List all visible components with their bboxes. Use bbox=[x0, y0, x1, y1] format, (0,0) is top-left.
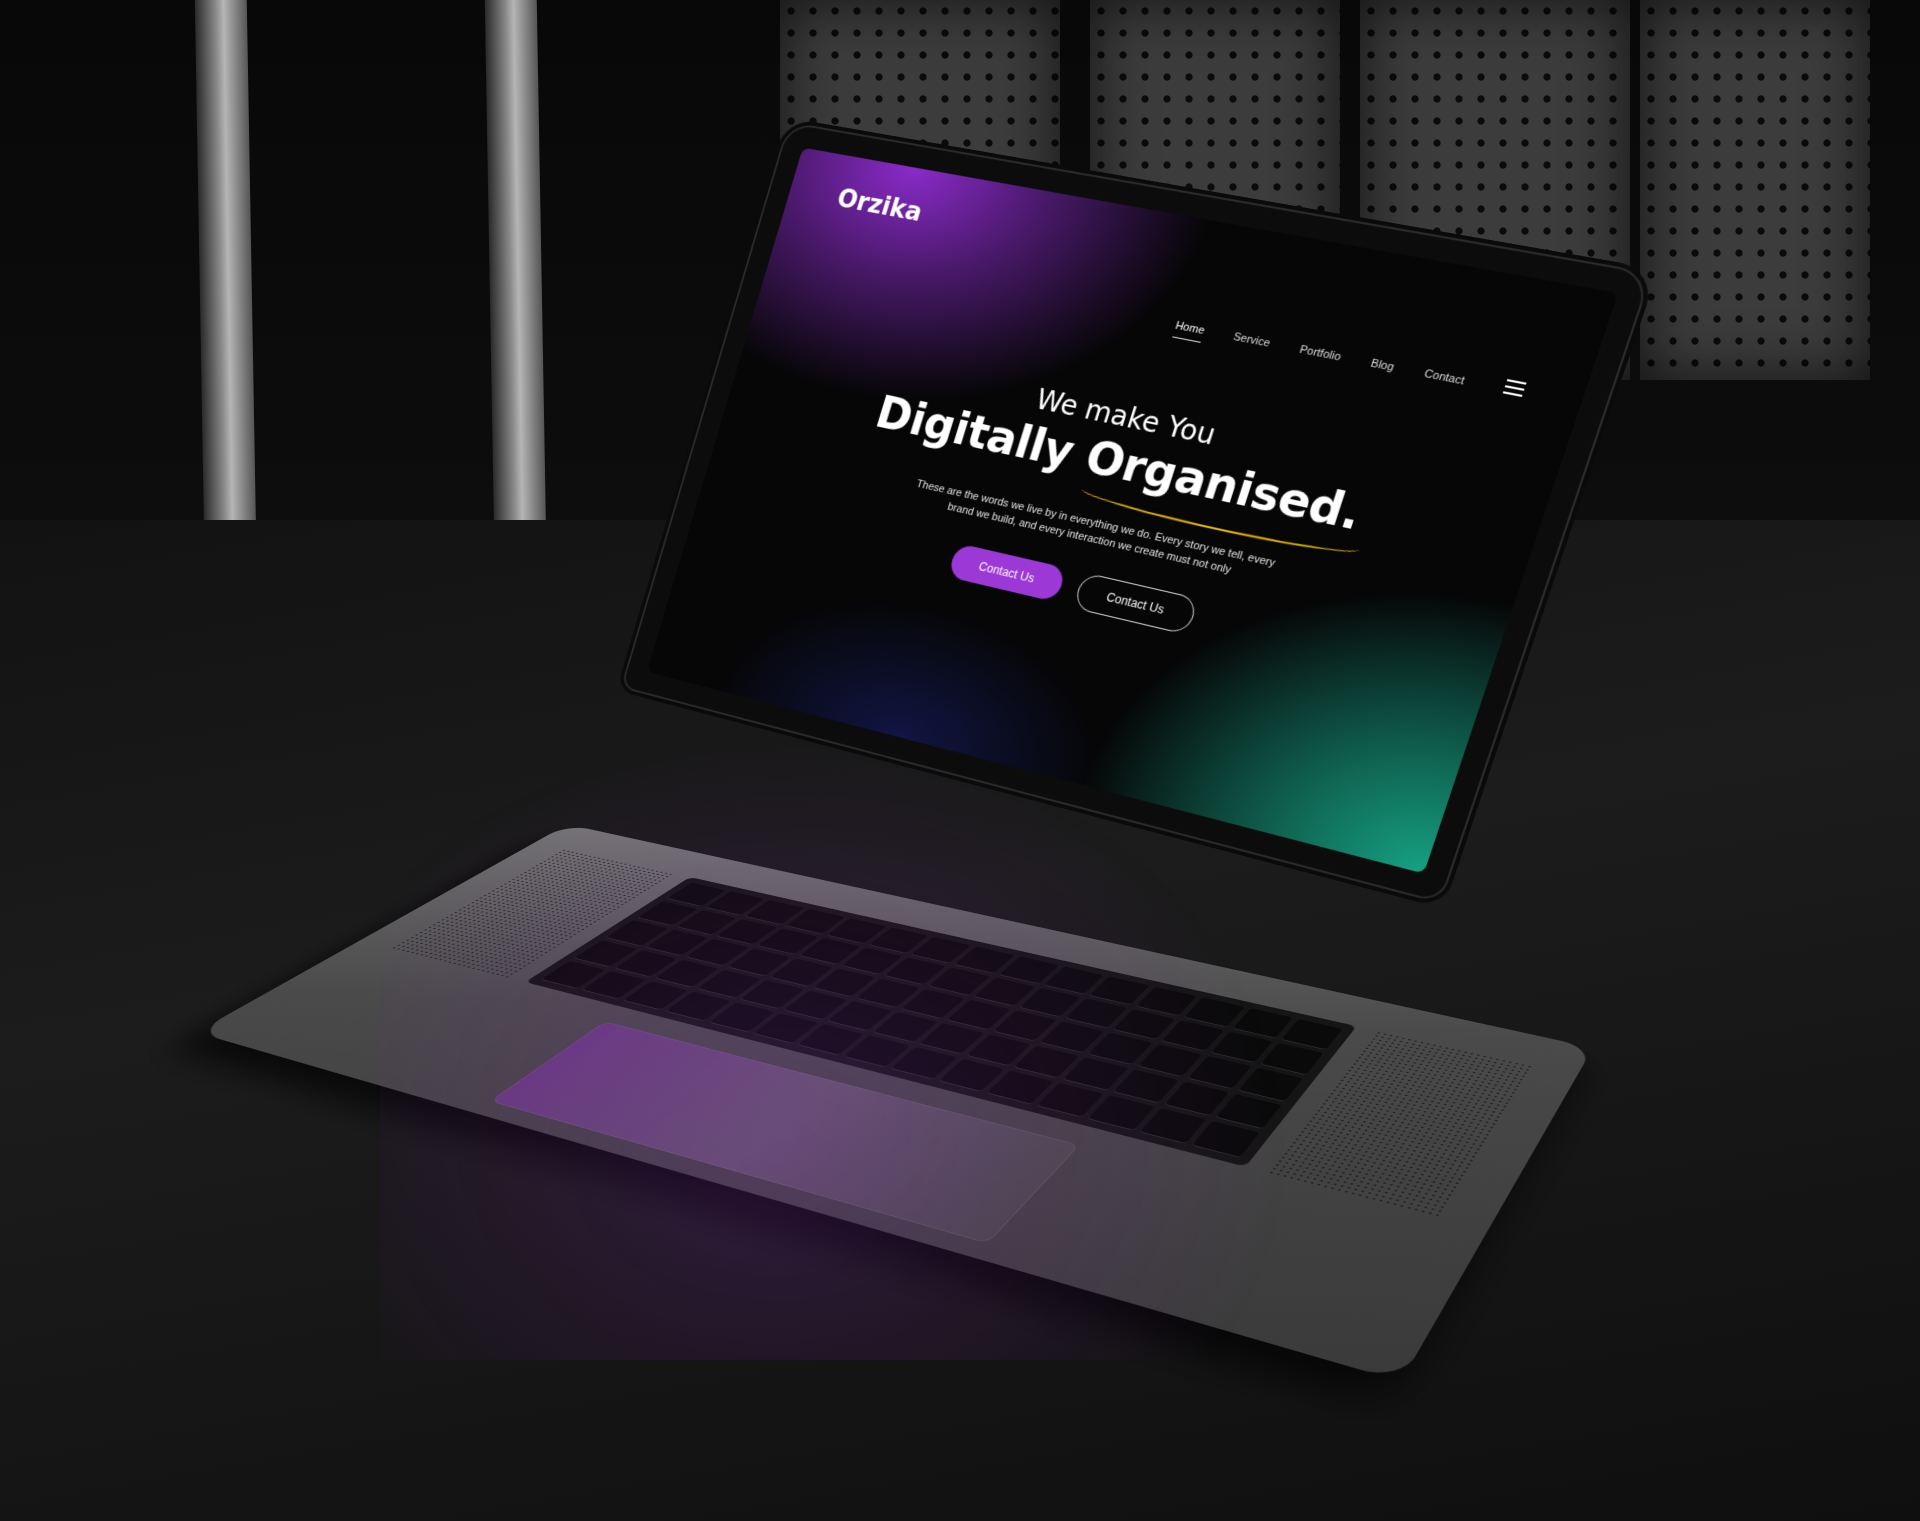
nav-item-blog[interactable]: Blog bbox=[1367, 357, 1395, 379]
nav-item-service[interactable]: Service bbox=[1230, 331, 1272, 356]
site-logo[interactable]: Orzika bbox=[833, 184, 925, 228]
nav-item-portfolio[interactable]: Portfolio bbox=[1296, 344, 1342, 370]
site-nav: Home Service Portfolio Blog Contact bbox=[1172, 320, 1466, 394]
nav-item-contact[interactable]: Contact bbox=[1421, 368, 1466, 394]
contact-us-button-primary[interactable]: Contact Us bbox=[947, 543, 1067, 602]
wall-slat bbox=[195, 0, 257, 600]
nav-item-home[interactable]: Home bbox=[1172, 320, 1206, 343]
keyboard-key bbox=[1192, 1121, 1260, 1158]
laptop-mockup-scene: Orzika Home Service Portfolio Blog Conta… bbox=[0, 0, 1920, 1521]
contact-us-button-outline[interactable]: Contact Us bbox=[1072, 572, 1199, 635]
perforated-panel bbox=[1640, 0, 1870, 380]
wall-slat bbox=[485, 0, 547, 600]
hamburger-menu-icon[interactable] bbox=[1503, 379, 1527, 397]
